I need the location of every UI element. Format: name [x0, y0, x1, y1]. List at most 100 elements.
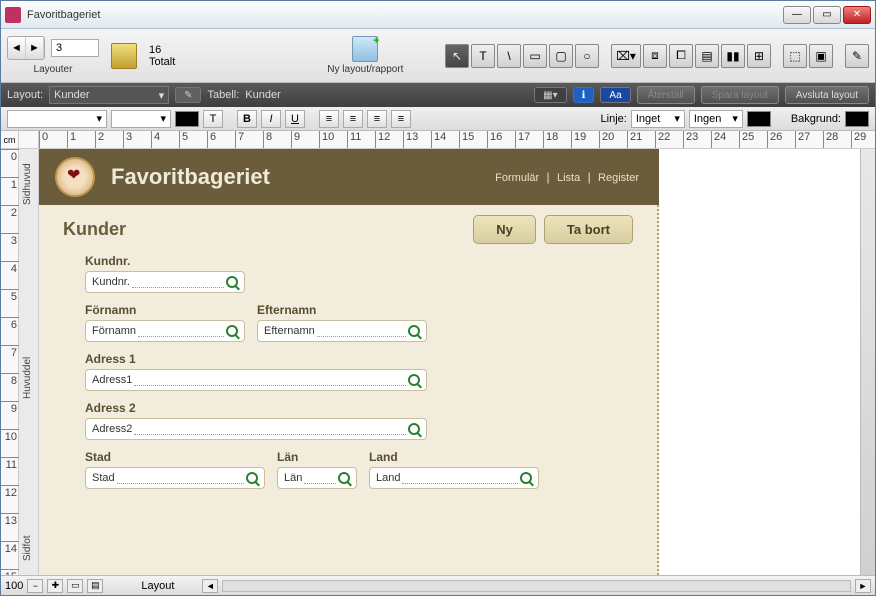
- part-tool-icon[interactable]: ⧈: [643, 44, 667, 68]
- search-icon: [408, 423, 420, 435]
- part-header-label[interactable]: Sidhuvud: [22, 159, 33, 205]
- line-weight-select[interactable]: Ingen▾: [689, 110, 743, 128]
- text-style-icon[interactable]: T: [203, 110, 223, 128]
- page-title: Kunder: [63, 219, 465, 240]
- horizontal-ruler[interactable]: 0123456789101112131415161718192021222324…: [39, 131, 875, 149]
- text-format-icon[interactable]: Aa: [600, 87, 630, 103]
- format-painter-icon[interactable]: ✎: [845, 44, 869, 68]
- vertical-ruler[interactable]: 0123456789101112131415: [1, 149, 19, 575]
- form-page: Favoritbageriet Formulär | Lista | Regis…: [39, 149, 659, 575]
- grid-toggle-icon[interactable]: ▦▾: [534, 87, 566, 103]
- adress1-field[interactable]: Adress1: [85, 369, 427, 391]
- underline-icon[interactable]: U: [285, 110, 305, 128]
- new-layout-icon[interactable]: [352, 36, 378, 62]
- zoom-out-icon[interactable]: −: [27, 579, 43, 593]
- align-justify-icon[interactable]: ≡: [391, 110, 411, 128]
- total-label: Totalt: [149, 56, 175, 68]
- view3-icon[interactable]: ▤: [87, 579, 103, 593]
- tab-tool-icon[interactable]: ⧠: [669, 44, 693, 68]
- line-color-swatch[interactable]: [747, 111, 771, 127]
- cake-logo-icon: [55, 157, 95, 197]
- kundnr-field[interactable]: Kundnr.: [85, 271, 245, 293]
- align-right-icon[interactable]: ≡: [367, 110, 387, 128]
- pointer-tool-icon[interactable]: ↖: [445, 44, 469, 68]
- bg-color-swatch[interactable]: [845, 111, 869, 127]
- adress1-label: Adress 1: [85, 352, 427, 366]
- portal-tool-icon[interactable]: ▤: [695, 44, 719, 68]
- total-count: 16: [149, 44, 175, 56]
- efternamn-label: Efternamn: [257, 303, 427, 317]
- part-labels: Sidhuvud Huvuddel Sidfot: [19, 149, 39, 575]
- align-center-icon[interactable]: ≡: [343, 110, 363, 128]
- size-select[interactable]: ▾: [111, 110, 171, 128]
- brand-title: Favoritbageriet: [111, 164, 491, 190]
- main-toolbar: ◄ ► Layouter 16 Totalt Ny layout/rapport…: [1, 29, 875, 83]
- field-tool-icon[interactable]: ⌧▾: [611, 44, 641, 68]
- text-color-swatch[interactable]: [175, 111, 199, 127]
- edit-pencil-icon[interactable]: ✎: [175, 87, 201, 103]
- save-layout-button[interactable]: Spara layout: [701, 86, 779, 104]
- close-button[interactable]: ✕: [843, 6, 871, 24]
- fornamn-field[interactable]: Förnamn: [85, 320, 245, 342]
- bg-label: Bakgrund:: [791, 113, 841, 125]
- lan-field[interactable]: Län: [277, 467, 357, 489]
- italic-icon[interactable]: I: [261, 110, 281, 128]
- stad-label: Stad: [85, 450, 265, 464]
- layout-nav[interactable]: ◄ ►: [7, 36, 45, 60]
- webview-tool-icon[interactable]: ⊞: [747, 44, 771, 68]
- font-select[interactable]: ▾: [7, 110, 107, 128]
- line-label: Linje:: [601, 113, 627, 125]
- oval-tool-icon[interactable]: ○: [575, 44, 599, 68]
- button-tool-icon[interactable]: ⬚: [783, 44, 807, 68]
- delete-button[interactable]: Ta bort: [544, 215, 633, 244]
- view1-icon[interactable]: ✚: [47, 579, 63, 593]
- h-scrollbar[interactable]: [222, 580, 851, 592]
- link-form[interactable]: Formulär: [491, 172, 543, 184]
- mode-label: Layout: [141, 580, 174, 592]
- layout-number-input[interactable]: [51, 39, 99, 57]
- next-layout-icon[interactable]: ►: [26, 37, 44, 59]
- popup-tool-icon[interactable]: ▣: [809, 44, 833, 68]
- chart-tool-icon[interactable]: ▮▮: [721, 44, 745, 68]
- part-gutter-corner: [19, 131, 39, 149]
- layout-select[interactable]: Kunder▾: [49, 86, 169, 104]
- prev-layout-icon[interactable]: ◄: [8, 37, 26, 59]
- search-icon: [338, 472, 350, 484]
- new-button[interactable]: Ny: [473, 215, 536, 244]
- scroll-left-icon[interactable]: ◄: [202, 579, 218, 593]
- scroll-right-icon[interactable]: ►: [855, 579, 871, 593]
- align-left-icon[interactable]: ≡: [319, 110, 339, 128]
- roundrect-tool-icon[interactable]: ▢: [549, 44, 573, 68]
- reset-button[interactable]: Återställ: [637, 86, 695, 104]
- status-bar: 100 − ✚ ▭ ▤ Layout ◄ ►: [1, 575, 875, 595]
- line-style-select[interactable]: Inget▾: [631, 110, 685, 128]
- kundnr-label: Kundnr.: [85, 254, 245, 268]
- stad-field[interactable]: Stad: [85, 467, 265, 489]
- part-footer-label[interactable]: Sidfot: [22, 521, 33, 561]
- search-icon: [226, 325, 238, 337]
- minimize-button[interactable]: —: [783, 6, 811, 24]
- efternamn-field[interactable]: Efternamn: [257, 320, 427, 342]
- search-icon: [520, 472, 532, 484]
- view2-icon[interactable]: ▭: [67, 579, 83, 593]
- adress2-field[interactable]: Adress2: [85, 418, 427, 440]
- layout-bar: Layout: Kunder▾ ✎ Tabell: Kunder ▦▾ ℹ Aa…: [1, 83, 875, 107]
- app-icon: [5, 7, 21, 23]
- rect-tool-icon[interactable]: ▭: [523, 44, 547, 68]
- part-body-label[interactable]: Huvuddel: [22, 299, 33, 399]
- link-list[interactable]: Lista: [553, 172, 584, 184]
- text-tool-icon[interactable]: T: [471, 44, 495, 68]
- header-links: Formulär | Lista | Register: [491, 170, 643, 184]
- bold-icon[interactable]: B: [237, 110, 257, 128]
- maximize-button[interactable]: ▭: [813, 6, 841, 24]
- info-icon[interactable]: ℹ: [573, 87, 595, 103]
- link-register[interactable]: Register: [594, 172, 643, 184]
- land-field[interactable]: Land: [369, 467, 539, 489]
- book-icon[interactable]: [111, 43, 137, 69]
- zoom-value: 100: [5, 580, 23, 592]
- land-label: Land: [369, 450, 539, 464]
- exit-layout-button[interactable]: Avsluta layout: [785, 86, 869, 104]
- line-tool-icon[interactable]: \: [497, 44, 521, 68]
- ruler-unit: cm: [1, 131, 19, 149]
- layout-canvas[interactable]: Favoritbageriet Formulär | Lista | Regis…: [39, 149, 875, 575]
